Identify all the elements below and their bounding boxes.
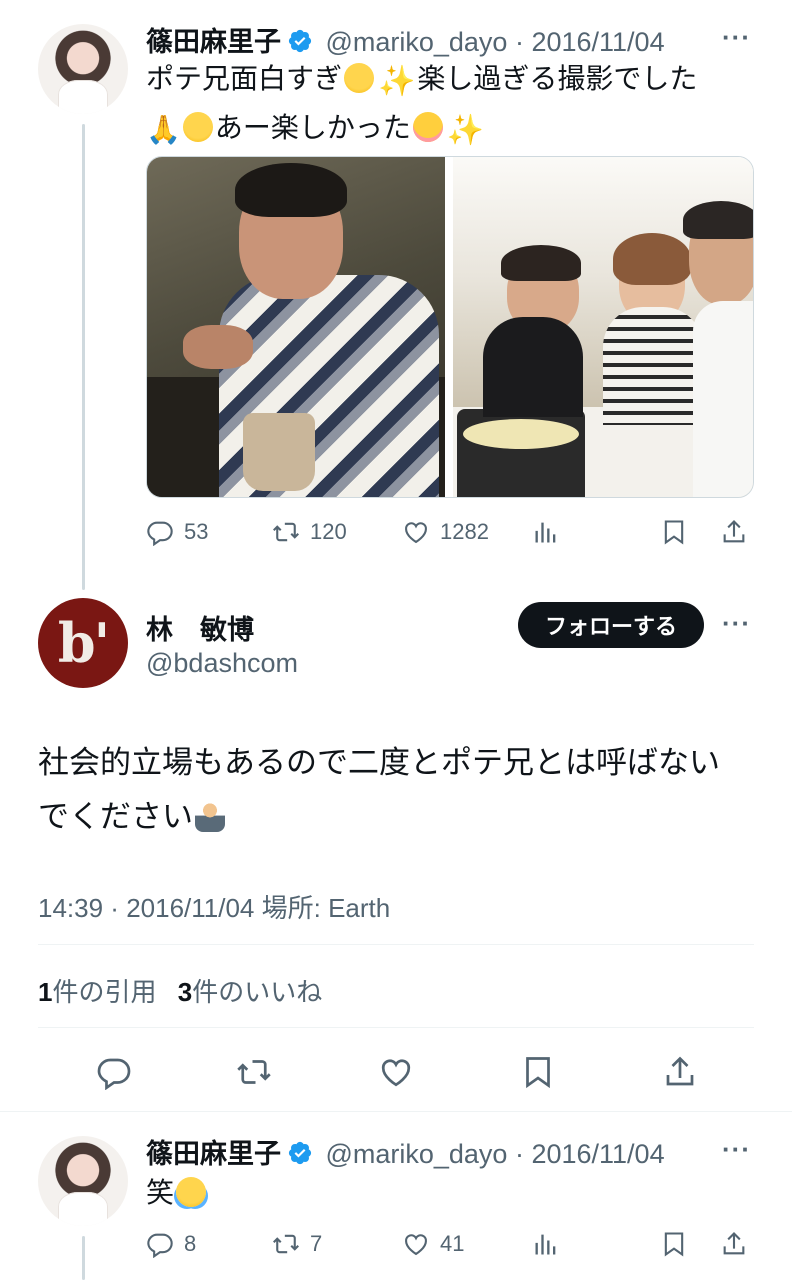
engagement-stats: 1件の引用 3件のいいね [38, 972, 322, 1009]
retweet-count: 120 [310, 519, 347, 544]
verified-badge-icon [287, 1140, 313, 1171]
more-icon[interactable]: ··· [722, 1134, 751, 1165]
views-button[interactable] [532, 1230, 560, 1258]
bowing-person-emoji-icon [195, 802, 225, 832]
bookmark-button[interactable] [660, 518, 688, 546]
avatar[interactable] [38, 1136, 128, 1226]
views-button[interactable] [532, 518, 560, 546]
likes-link[interactable]: 3件のいいね [178, 977, 322, 1007]
smiling-emoji-icon [412, 112, 443, 142]
reply-icon [147, 1233, 173, 1258]
divider [38, 944, 754, 945]
like-icon [405, 1234, 427, 1256]
user-handle[interactable]: @bdashcom [146, 648, 298, 679]
share-icon [723, 1232, 745, 1255]
bookmark-icon [526, 1057, 550, 1089]
verified-badge-icon [287, 28, 313, 59]
tweet-text: 社会的立場もあるので二度とポテ兄とは呼ばない でください [38, 745, 720, 834]
thread-line [82, 124, 85, 590]
user-handle[interactable]: @mariko_dayo [325, 1139, 507, 1169]
photo-right[interactable] [453, 157, 753, 497]
bookmark-button[interactable] [660, 1230, 688, 1258]
retweet-button[interactable] [234, 1052, 274, 1092]
tweet-metadata: 14:39 · 2016/11/04 場所: Earth [38, 893, 391, 923]
like-count: 1282 [440, 519, 489, 544]
media-divider [445, 157, 453, 497]
more-icon[interactable]: ··· [722, 608, 751, 639]
tears-of-joy-emoji-icon [176, 1177, 207, 1207]
retweet-icon [273, 1234, 299, 1254]
reply-button[interactable]: 8 [146, 1230, 196, 1258]
views-icon [535, 1234, 556, 1255]
laughing-emoji-icon [344, 63, 375, 93]
tweet-time[interactable]: 14:39 [38, 893, 103, 923]
tweet-location: 場所: Earth [261, 893, 391, 923]
tweet-text: 笑 [146, 1170, 208, 1216]
more-icon[interactable]: ··· [722, 22, 751, 53]
share-button[interactable] [660, 1052, 700, 1092]
retweet-button[interactable]: 7 [272, 1230, 322, 1258]
divider [38, 1027, 754, 1028]
views-icon [535, 522, 556, 543]
display-name[interactable]: 篠田麻里子 [146, 1139, 281, 1169]
reply-icon [147, 521, 173, 546]
tweet-header: 篠田麻里子 @mariko_dayo · 2016/11/04 [146, 1139, 665, 1171]
bookmark-button[interactable] [518, 1052, 558, 1092]
follow-button[interactable]: フォローする [518, 602, 704, 648]
avatar[interactable]: b' [38, 598, 128, 688]
tweet-date[interactable]: 2016/11/04 [531, 1139, 664, 1169]
tweet-text: ポテ兄面白すぎ ✨楽し過ぎる撮影でした 🙏 あー楽しかった ✨ [146, 56, 766, 154]
like-button[interactable]: 1282 [402, 518, 489, 546]
display-name[interactable]: 篠田麻里子 [146, 27, 281, 57]
share-icon [666, 1056, 694, 1086]
like-icon [381, 1059, 411, 1087]
sparkles-emoji-icon: ✨ [378, 65, 416, 98]
share-icon [723, 520, 745, 543]
like-count: 41 [440, 1231, 465, 1256]
reply-count: 53 [184, 519, 209, 544]
pray-emoji-icon: 🙏 [146, 114, 181, 145]
avatar[interactable] [38, 24, 128, 114]
display-name[interactable]: 林 敏博 [146, 608, 254, 647]
like-button[interactable]: 41 [402, 1230, 464, 1258]
tweet-date[interactable]: 2016/11/04 [531, 27, 664, 57]
retweet-button[interactable]: 120 [272, 518, 347, 546]
thread-line [82, 1236, 85, 1280]
divider [0, 1111, 792, 1112]
quotes-link[interactable]: 1件の引用 [38, 977, 156, 1007]
tweet-header: 篠田麻里子 @mariko_dayo · 2016/11/04 [146, 27, 665, 59]
sparkles-emoji-icon: ✨ [446, 114, 485, 147]
retweet-count: 7 [310, 1231, 323, 1256]
retweet-icon [273, 522, 299, 542]
like-icon [405, 522, 427, 544]
wink-emoji-icon [182, 112, 213, 142]
reply-count: 8 [184, 1231, 197, 1256]
reply-button[interactable] [94, 1052, 134, 1092]
like-button[interactable] [376, 1052, 416, 1092]
reply-button[interactable]: 53 [146, 518, 208, 546]
tweet-media[interactable] [146, 156, 754, 498]
reply-icon [97, 1058, 131, 1090]
tweet-date[interactable]: 2016/11/04 [126, 893, 254, 923]
photo-left[interactable] [147, 157, 445, 497]
share-button[interactable] [720, 1230, 748, 1258]
retweet-icon [237, 1060, 271, 1084]
share-button[interactable] [720, 518, 748, 546]
user-handle[interactable]: @mariko_dayo [325, 27, 507, 57]
bookmark-icon [664, 520, 684, 545]
bookmark-icon [664, 1232, 684, 1257]
